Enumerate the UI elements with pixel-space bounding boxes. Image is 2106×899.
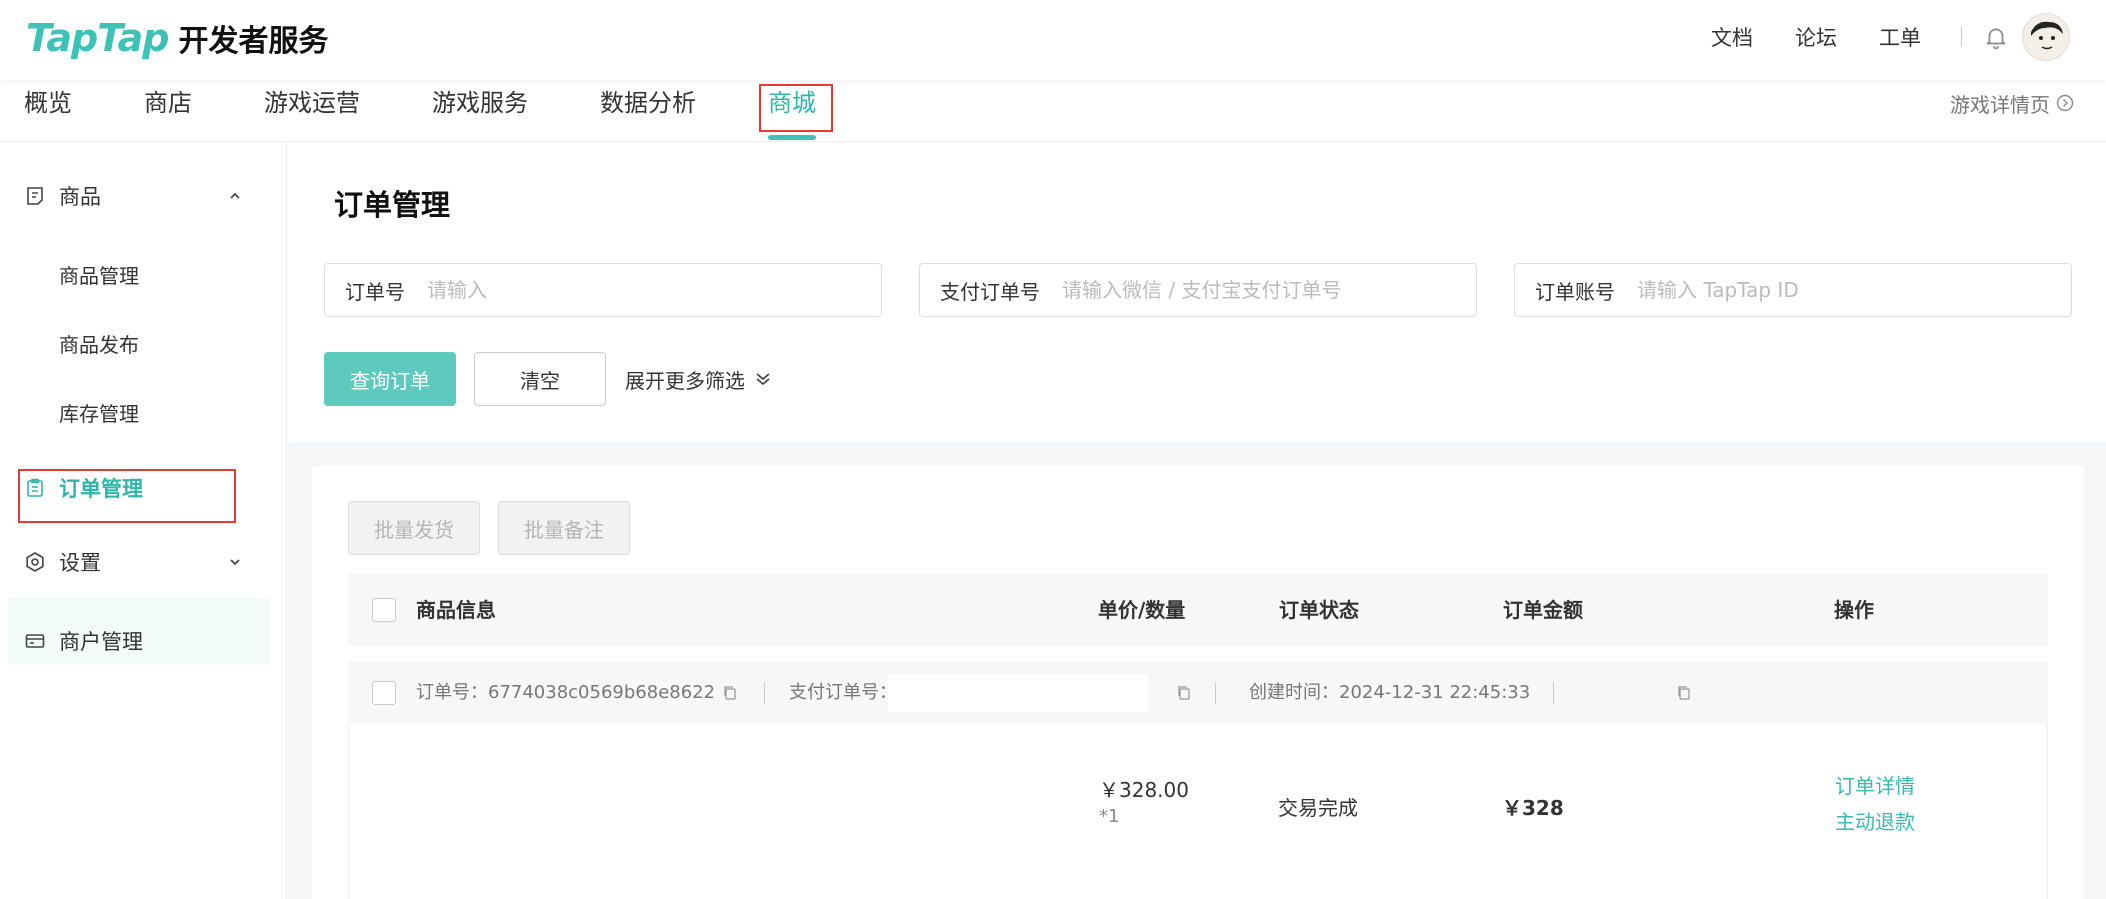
sidebar-item-label: 设置 — [59, 551, 101, 575]
expand-filters-label: 展开更多筛选 — [625, 368, 745, 393]
sidebar-item-orders[interactable]: 订单管理 — [0, 460, 287, 516]
top-bar: TapTap 开发者服务 文档 论坛 工单 — [0, 0, 2106, 80]
top-links: 文档 论坛 工单 — [1669, 0, 2010, 74]
chevron-down-icon — [230, 559, 240, 566]
table-header: 商品信息 单价/数量 订单状态 订单金额 操作 — [348, 574, 2048, 646]
order-list-panel: 批量发货 批量备注 商品信息 单价/数量 订单状态 订单金额 操作 订单号：67… — [312, 466, 2084, 899]
goods-icon — [27, 187, 43, 205]
copy-icon[interactable] — [1175, 684, 1193, 702]
logo-subtitle: 开发者服务 — [178, 24, 329, 59]
nav-mall[interactable]: 商城 — [768, 80, 816, 142]
nav-active-indicator — [768, 135, 816, 140]
nav-game-ops[interactable]: 游戏运营 — [264, 80, 360, 142]
page-title: 订单管理 — [334, 188, 451, 222]
expand-filters-toggle[interactable]: 展开更多筛选 — [625, 352, 773, 406]
separator — [1215, 682, 1216, 704]
sidebar-item-label: 商户管理 — [59, 630, 143, 654]
sidebar-item-label: 商品 — [59, 185, 101, 209]
separator — [764, 682, 765, 704]
clear-button[interactable]: 清空 — [474, 352, 606, 406]
pay-order-number-label: 支付订单号： — [789, 682, 897, 703]
col-amount: 订单金额 — [1503, 598, 1583, 622]
game-detail-link[interactable]: 游戏详情页 — [1950, 80, 2074, 126]
sidebar-item-goods-management[interactable]: 商品管理 — [59, 260, 139, 289]
order-detail-link[interactable]: 订单详情 — [1835, 770, 1915, 799]
account-input[interactable] — [1637, 278, 2013, 302]
logo-text: TapTap — [26, 16, 170, 60]
docs-link[interactable]: 文档 — [1711, 22, 1753, 52]
nav-store[interactable]: 商店 — [144, 80, 192, 142]
quantity: *1 — [1099, 806, 1120, 827]
brand-logo[interactable]: TapTap 开发者服务 — [26, 14, 329, 62]
gear-icon — [26, 552, 44, 572]
sidebar-item-settings[interactable]: 设置 — [0, 534, 287, 590]
arrow-circle-icon — [2056, 94, 2074, 112]
game-detail-label: 游戏详情页 — [1950, 92, 2050, 117]
created-time: 创建时间：2024-12-31 22:45:33 — [1249, 682, 1531, 703]
nav-data-analysis[interactable]: 数据分析 — [600, 80, 696, 142]
copy-icon[interactable] — [1675, 684, 1693, 702]
double-chevron-down-icon — [756, 373, 770, 386]
unit-price: ￥328.00 — [1099, 778, 1189, 802]
order-no-label: 订单号 — [345, 279, 405, 304]
batch-note-button[interactable]: 批量备注 — [498, 501, 630, 555]
main-nav: 概览 商店 游戏运营 游戏服务 数据分析 商城 游戏详情页 — [0, 80, 2106, 142]
clipboard-icon — [27, 478, 43, 497]
order-number: 订单号：6774038c0569b68e8622 — [416, 682, 716, 703]
tickets-link[interactable]: 工单 — [1879, 22, 1921, 52]
col-price-qty: 单价/数量 — [1098, 598, 1186, 622]
filter-panel: 订单管理 订单号 支付订单号 订单账号 查询订单 清空 展开更多筛选 — [288, 142, 2106, 442]
col-actions: 操作 — [1834, 598, 1874, 622]
order-status: 交易完成 — [1278, 796, 1358, 820]
nav-game-services[interactable]: 游戏服务 — [432, 80, 528, 142]
main-content: 订单管理 订单号 支付订单号 订单账号 查询订单 清空 展开更多筛选 批量发货 … — [288, 142, 2106, 899]
order-row: ￥328.00 *1 交易完成 ￥328 订单详情 主动退款 — [348, 724, 2048, 899]
pay-order-no-label: 支付订单号 — [940, 279, 1040, 304]
account-label: 订单账号 — [1535, 279, 1615, 304]
order-no-field[interactable]: 订单号 — [324, 263, 882, 317]
order-no-input[interactable] — [427, 278, 803, 302]
sidebar-item-goods[interactable]: 商品 — [0, 168, 287, 224]
sidebar: 商品 商品管理 商品发布 库存管理 订单管理 设置 商户管理 — [0, 142, 287, 899]
top-divider — [1961, 27, 1962, 47]
refund-link[interactable]: 主动退款 — [1835, 806, 1915, 835]
avatar[interactable] — [2022, 13, 2070, 61]
nav-overview[interactable]: 概览 — [24, 80, 72, 142]
pay-order-number-value — [888, 674, 1148, 712]
account-field[interactable]: 订单账号 — [1514, 263, 2072, 317]
copy-icon[interactable] — [721, 684, 739, 702]
forum-link[interactable]: 论坛 — [1795, 22, 1837, 52]
col-goods-info: 商品信息 — [416, 598, 496, 622]
pay-order-no-field[interactable]: 支付订单号 — [919, 263, 1477, 317]
order-header-row: 订单号：6774038c0569b68e8622 支付订单号： 创建时间：202… — [348, 662, 2048, 724]
sidebar-item-goods-publish[interactable]: 商品发布 — [59, 329, 139, 358]
batch-ship-button[interactable]: 批量发货 — [348, 501, 480, 555]
query-orders-button[interactable]: 查询订单 — [324, 352, 456, 406]
order-amount: ￥328 — [1502, 796, 1564, 820]
order-checkbox[interactable] — [372, 681, 396, 705]
chevron-up-icon — [230, 192, 240, 199]
bell-icon[interactable] — [1982, 23, 2010, 51]
separator — [1553, 682, 1554, 704]
pay-order-no-input[interactable] — [1062, 278, 1438, 302]
sidebar-item-merchant[interactable]: 商户管理 — [0, 613, 287, 669]
sidebar-item-label: 订单管理 — [59, 477, 143, 501]
col-status: 订单状态 — [1279, 598, 1359, 622]
card-icon — [25, 634, 45, 648]
select-all-checkbox[interactable] — [372, 598, 396, 622]
sidebar-item-inventory[interactable]: 库存管理 — [59, 398, 139, 427]
